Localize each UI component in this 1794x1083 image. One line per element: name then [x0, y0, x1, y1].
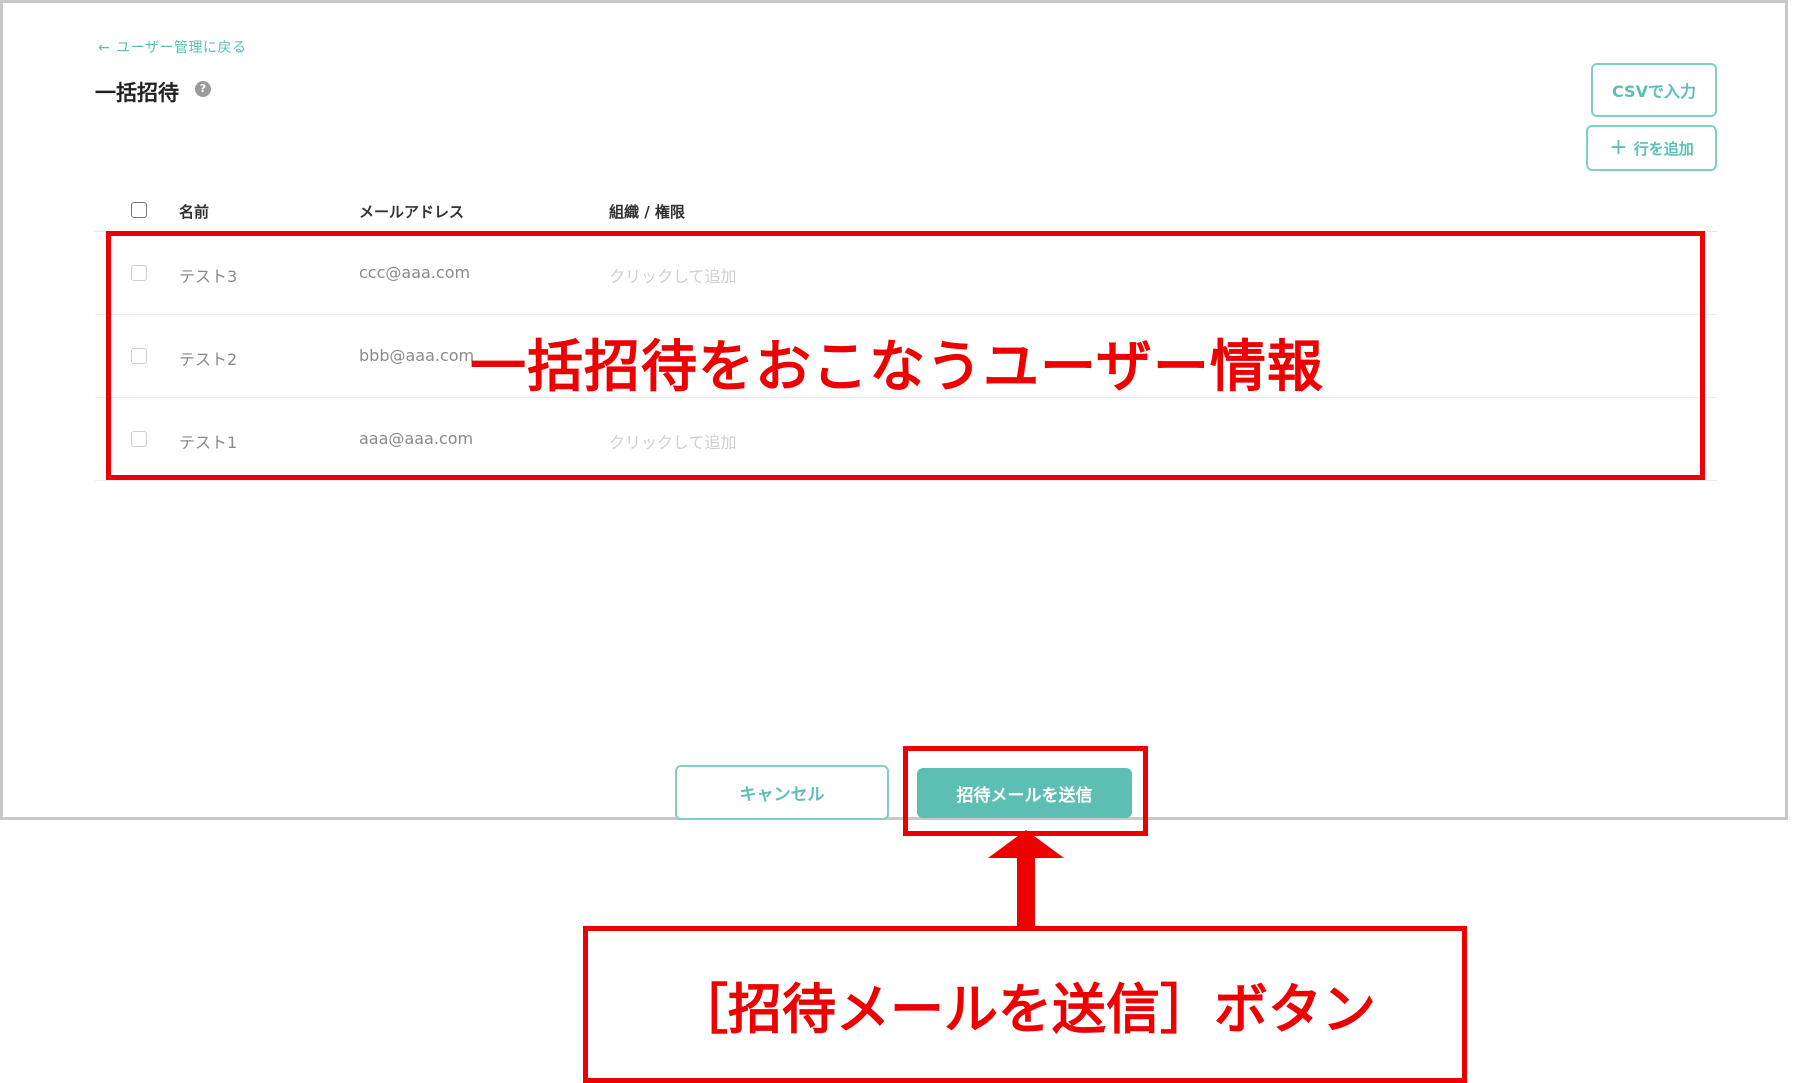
- app-window: ← ユーザー管理に戻る 一括招待 ? CSVで入力 + 行を追加 名前 メールアドレ…: [0, 0, 1788, 820]
- add-row-button[interactable]: + 行を追加: [1586, 125, 1717, 171]
- help-icon[interactable]: ?: [195, 81, 211, 97]
- page-title: 一括招待: [95, 81, 179, 105]
- row-org-add[interactable]: クリックして追加: [609, 263, 737, 287]
- table-row: テスト3 ccc@aaa.com クリックして追加: [95, 232, 1717, 315]
- button-annotation-box: ［招待メールを送信］ボタン: [583, 926, 1467, 1083]
- csv-input-button[interactable]: CSVで入力: [1591, 63, 1717, 117]
- row-name[interactable]: テスト3: [179, 263, 237, 287]
- row-email[interactable]: ccc@aaa.com: [359, 263, 470, 282]
- button-annotation-text: ［招待メールを送信］ボタン: [674, 978, 1376, 1041]
- plus-icon: +: [1609, 135, 1628, 160]
- select-all-checkbox[interactable]: [131, 202, 147, 218]
- send-invite-button[interactable]: 招待メールを送信: [917, 768, 1132, 818]
- arrow-left-icon: ←: [98, 40, 111, 56]
- back-link-label: ユーザー管理に戻る: [116, 40, 247, 56]
- row-name[interactable]: テスト1: [179, 429, 237, 453]
- row-org-add[interactable]: クリックして追加: [609, 429, 737, 453]
- column-header-org: 組織 / 権限: [609, 203, 685, 221]
- row-checkbox[interactable]: [131, 265, 147, 281]
- row-checkbox[interactable]: [131, 348, 147, 364]
- row-checkbox[interactable]: [131, 431, 147, 447]
- table-header: 名前 メールアドレス 組織 / 権限: [95, 193, 1717, 232]
- table-row: テスト1 aaa@aaa.com クリックして追加: [95, 398, 1717, 481]
- add-row-label: 行を追加: [1633, 139, 1694, 158]
- cancel-button[interactable]: キャンセル: [675, 765, 889, 820]
- column-header-email: メールアドレス: [359, 203, 465, 221]
- row-email[interactable]: bbb@aaa.com: [359, 346, 474, 365]
- back-to-user-management-link[interactable]: ← ユーザー管理に戻る: [98, 37, 246, 57]
- row-email[interactable]: aaa@aaa.com: [359, 429, 473, 448]
- row-name[interactable]: テスト2: [179, 346, 237, 370]
- table-annotation-text: 一括招待をおこなうユーザー情報: [470, 335, 1324, 400]
- column-header-name: 名前: [179, 203, 210, 221]
- arrow-shaft: [1017, 850, 1035, 930]
